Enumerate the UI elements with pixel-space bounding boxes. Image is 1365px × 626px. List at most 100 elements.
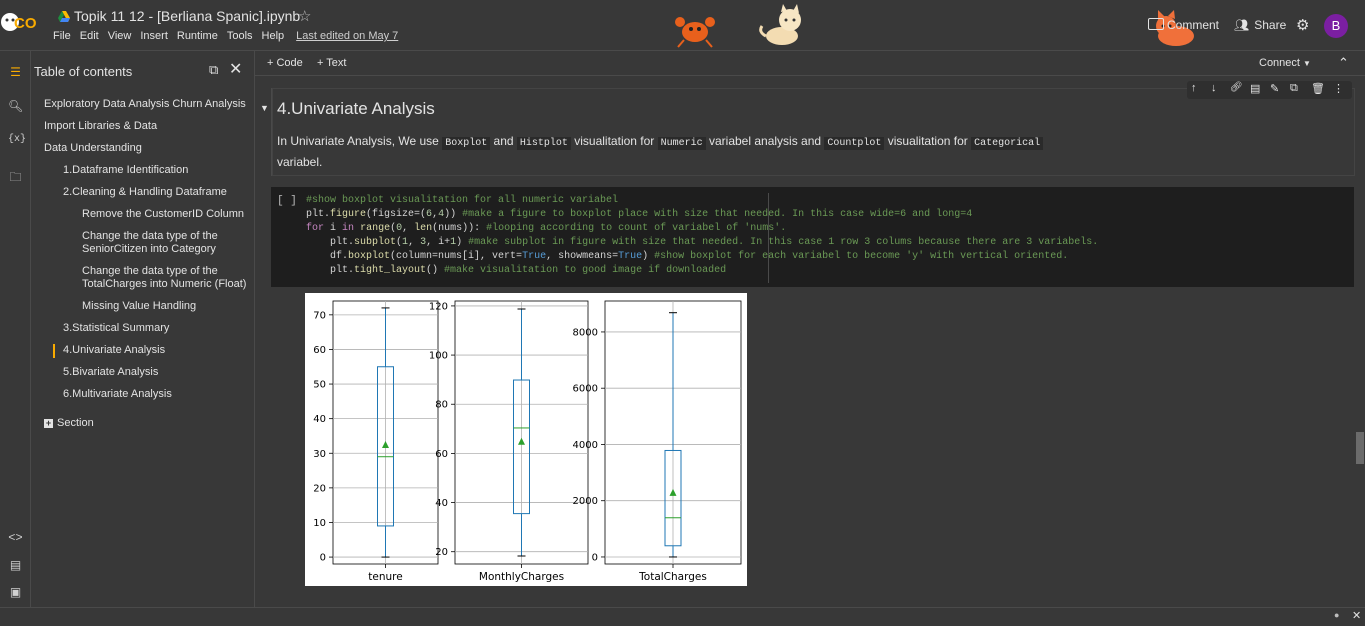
menu-help[interactable]: Help: [262, 30, 285, 42]
people-icon: 👥︎: [1234, 18, 1250, 32]
toc-item[interactable]: Change the data type of the TotalCharges…: [82, 265, 252, 291]
inline-code: Countplot: [824, 137, 885, 150]
code-snippets-icon[interactable]: <>: [8, 531, 23, 546]
y-tick-label: 8000: [573, 327, 598, 338]
search-icon[interactable]: 🔍︎: [8, 99, 23, 114]
connect-label: Connect: [1259, 57, 1300, 69]
menu-insert[interactable]: Insert: [140, 30, 168, 42]
menu-runtime[interactable]: Runtime: [177, 30, 218, 42]
y-tick-label: 80: [435, 400, 448, 411]
y-tick-label: 2000: [573, 496, 598, 507]
chevron-down-icon: ▼: [1303, 59, 1311, 68]
toc-item[interactable]: Data Understanding: [44, 142, 142, 155]
collapse-icon[interactable]: ⌃: [1338, 55, 1349, 71]
text-run: variabel analysis and: [705, 134, 825, 148]
scrollbar-thumb[interactable]: [1356, 432, 1364, 464]
open-in-tab-icon[interactable]: ⧉: [209, 62, 218, 78]
y-tick-label: 0: [592, 552, 598, 563]
toc-item[interactable]: Change the data type of the SeniorCitize…: [82, 230, 232, 256]
colab-logo[interactable]: CO: [0, 0, 44, 48]
text-run: In Univariate Analysis, We use: [277, 134, 443, 148]
toc-item[interactable]: 2.Cleaning & Handling Dataframe: [63, 186, 227, 199]
status-bar: ● ✕: [0, 607, 1365, 626]
comment-button[interactable]: Comment: [1148, 18, 1219, 32]
toc-title: Table of contents: [34, 64, 133, 79]
menu-tools[interactable]: Tools: [227, 30, 253, 42]
toc-item[interactable]: 1.Dataframe Identification: [63, 164, 188, 177]
toc-list-icon[interactable]: ☰: [8, 65, 23, 80]
plus-box-icon: +: [44, 418, 53, 428]
menu-file[interactable]: File: [53, 30, 71, 42]
menu-view[interactable]: View: [108, 30, 132, 42]
run-cell-button[interactable]: [ ]: [277, 195, 297, 207]
inline-code: Histplot: [516, 137, 571, 150]
y-tick-label: 40: [313, 414, 326, 425]
gear-icon[interactable]: ⚙: [1296, 16, 1309, 34]
toc-item[interactable]: 3.Statistical Summary: [63, 322, 169, 335]
x-tick-label: tenure: [368, 571, 402, 583]
add-code-button[interactable]: + Code: [267, 57, 303, 69]
toc-item[interactable]: 5.Bivariate Analysis: [63, 366, 158, 379]
mirror-cell-icon[interactable]: ⧉: [1290, 82, 1298, 95]
code-editor[interactable]: #show boxplot visualitation for all nume…: [306, 194, 1098, 278]
boxplot-figure: 0 10 20 30 40 50 60 70 tenure 20 40 60 80 100 120 Month…: [313, 300, 742, 583]
y-tick-label: 20: [313, 483, 326, 494]
folder-icon[interactable]: 🗀: [8, 168, 23, 184]
toc-item[interactable]: Import Libraries & Data: [44, 120, 157, 133]
notebook-title-text[interactable]: Topik 11 12 - [Berliana Spanic].ipynb: [74, 8, 300, 24]
left-icon-strip: ☰ 🔍︎ {x} 🗀 <> ▤ ▣: [0, 51, 31, 607]
comment-cell-icon[interactable]: ▤: [1250, 82, 1260, 95]
share-label: Share: [1254, 18, 1287, 32]
y-tick-label: 0: [320, 553, 326, 564]
y-tick-label: 60: [313, 345, 326, 356]
toc-item[interactable]: Remove the CustomerID Column: [82, 208, 244, 221]
add-section-button[interactable]: + Section: [44, 417, 94, 430]
cell-toolbar: ↑ ↓ 🔗︎ ▤ ✎ ⧉ 🗑︎ ⋮: [1187, 81, 1352, 99]
comment-icon: [1148, 18, 1164, 30]
close-icon[interactable]: ✕: [229, 59, 242, 79]
toc-item[interactable]: Missing Value Handling: [82, 300, 196, 313]
command-palette-icon[interactable]: ▤: [8, 558, 23, 573]
y-tick-label: 40: [435, 498, 448, 509]
cell-paragraph: In Univariate Analysis, We use Boxplot a…: [277, 132, 1077, 172]
cell-heading: 4.Univariate Analysis: [277, 99, 435, 118]
last-edited-link[interactable]: Last edited on May 7: [296, 30, 398, 42]
link-icon[interactable]: 🔗︎: [1230, 82, 1243, 93]
arrow-down-icon[interactable]: ↓: [1211, 82, 1217, 94]
status-dot-icon: ●: [1334, 610, 1340, 620]
avatar[interactable]: B: [1324, 14, 1348, 38]
share-button[interactable]: 👥︎ Share: [1234, 18, 1286, 32]
close-icon[interactable]: ✕: [1352, 609, 1361, 622]
svg-text:CO: CO: [14, 15, 37, 32]
crab-icon: [675, 17, 715, 48]
text-run: visualitation for: [884, 134, 972, 148]
cat-icon: [759, 4, 801, 45]
collapse-section-icon[interactable]: ▼: [260, 103, 269, 113]
edit-icon[interactable]: ✎: [1270, 82, 1279, 95]
y-tick-label: 70: [313, 310, 326, 321]
terminal-icon[interactable]: ▣: [8, 585, 23, 600]
x-tick-label: TotalCharges: [638, 571, 707, 583]
toc-item[interactable]: 6.Multivariate Analysis: [63, 388, 172, 401]
y-tick-label: 20: [435, 547, 448, 558]
inline-code: Boxplot: [442, 137, 491, 150]
toc-item[interactable]: Exploratory Data Analysis Churn Analysis: [44, 98, 246, 111]
toc-item-active[interactable]: 4.Univariate Analysis: [63, 344, 165, 357]
notebook-title[interactable]: Topik 11 12 - [Berliana Spanic].ipynb: [58, 8, 300, 24]
notebook-toolbar: + Code + Text Connect ▼ ⌃: [255, 51, 1365, 76]
menu-edit[interactable]: Edit: [80, 30, 99, 42]
y-tick-label: 60: [435, 449, 448, 460]
connect-button[interactable]: Connect ▼: [1259, 57, 1311, 69]
arrow-up-icon[interactable]: ↑: [1191, 82, 1197, 94]
drive-icon: [58, 11, 70, 22]
inline-code: Categorical: [971, 137, 1044, 150]
section-label: Section: [57, 417, 94, 429]
add-text-button[interactable]: + Text: [317, 57, 346, 69]
top-bar: CO Topik 11 12 - [Berliana Spanic].ipynb…: [0, 0, 1365, 51]
delete-icon[interactable]: 🗑︎: [1311, 82, 1325, 95]
star-icon[interactable]: ☆: [298, 7, 311, 25]
text-run: and: [490, 134, 517, 148]
more-options-icon[interactable]: ⋮: [1333, 82, 1344, 95]
variables-icon[interactable]: {x}: [8, 134, 26, 149]
y-tick-label: 10: [313, 518, 326, 529]
